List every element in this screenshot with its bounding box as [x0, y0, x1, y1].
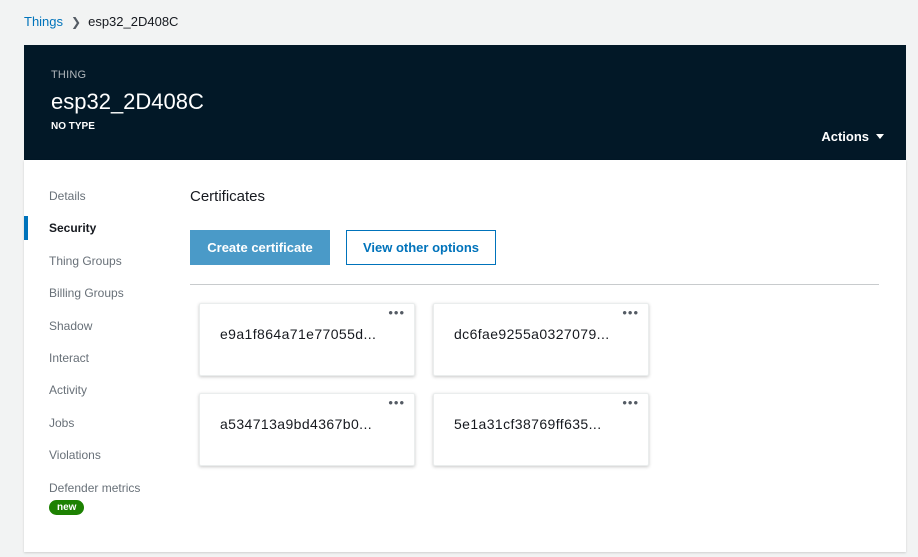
certificate-id: 5e1a31cf38769ff635...: [454, 416, 602, 432]
new-badge: new: [49, 500, 85, 515]
breadcrumb-things-link[interactable]: Things: [24, 14, 63, 29]
more-options-icon[interactable]: •••: [622, 396, 639, 409]
more-options-icon[interactable]: •••: [388, 396, 405, 409]
chevron-right-icon: ❯: [71, 14, 82, 29]
section-title: Certificates: [190, 188, 266, 205]
certificate-id: e9a1f864a71e77055d...: [220, 326, 377, 342]
thing-type-label: NO TYPE: [51, 121, 95, 132]
more-options-icon[interactable]: •••: [388, 306, 405, 319]
thing-header: THING esp32_2D408C NO TYPE Actions: [24, 45, 906, 160]
sidebar-item-interact[interactable]: Interact: [49, 351, 89, 365]
header-eyebrow: THING: [51, 69, 87, 81]
actions-label: Actions: [821, 129, 869, 144]
sidebar-item-defender-metrics[interactable]: Defender metrics: [49, 481, 140, 495]
divider: [190, 284, 879, 285]
certificate-card[interactable]: ••• a534713a9bd4367b0...: [199, 393, 415, 466]
sidebar-item-details[interactable]: Details: [49, 189, 86, 203]
certificate-id: a534713a9bd4367b0...: [220, 416, 373, 432]
side-navigation: Details Security Thing Groups Billing Gr…: [24, 160, 174, 552]
content-panel: Details Security Thing Groups Billing Gr…: [24, 160, 906, 552]
more-options-icon[interactable]: •••: [622, 306, 639, 319]
actions-dropdown[interactable]: Actions: [821, 129, 884, 144]
sidebar-item-jobs[interactable]: Jobs: [49, 416, 74, 430]
certificate-id: dc6fae9255a0327079...: [454, 326, 610, 342]
breadcrumb: Things ❯ esp32_2D408C: [24, 14, 178, 29]
caret-down-icon: [876, 134, 884, 139]
sidebar-item-shadow[interactable]: Shadow: [49, 319, 92, 333]
page-title: esp32_2D408C: [51, 89, 204, 114]
view-other-options-button[interactable]: View other options: [346, 230, 496, 265]
create-certificate-button[interactable]: Create certificate: [190, 230, 330, 265]
sidebar-item-activity[interactable]: Activity: [49, 383, 87, 397]
breadcrumb-current: esp32_2D408C: [88, 14, 179, 29]
sidebar-item-security[interactable]: Security: [49, 221, 96, 235]
certificate-card[interactable]: ••• e9a1f864a71e77055d...: [199, 303, 415, 376]
sidebar-item-billing-groups[interactable]: Billing Groups: [49, 286, 124, 300]
active-indicator: [24, 216, 28, 240]
certificate-card[interactable]: ••• 5e1a31cf38769ff635...: [433, 393, 649, 466]
sidebar-item-violations[interactable]: Violations: [49, 448, 101, 462]
certificate-card[interactable]: ••• dc6fae9255a0327079...: [433, 303, 649, 376]
sidebar-item-thing-groups[interactable]: Thing Groups: [49, 254, 122, 268]
